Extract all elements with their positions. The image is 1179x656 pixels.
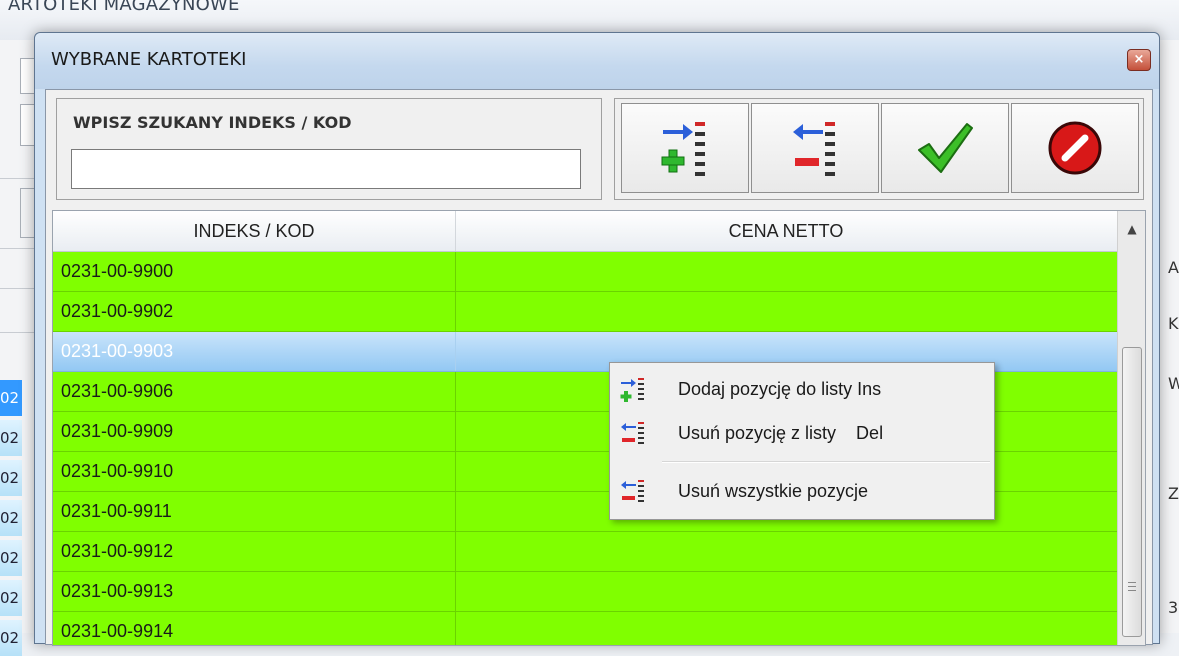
menu-item-add[interactable]: Dodaj pozycję do listy Ins [612, 371, 992, 407]
context-menu: Dodaj pozycję do listy Ins Usuń pozycję … [609, 362, 995, 520]
menu-item-label: Usuń wszystkie pozycje [678, 481, 869, 501]
column-separator [455, 452, 456, 491]
cell-index-code: 0231-00-9909 [61, 421, 174, 441]
table-row[interactable]: 0231-00-9902 [53, 292, 1117, 332]
background-window-title: ARTOTEKI MAGAZYNOWE [8, 0, 240, 15]
table-row[interactable]: 0231-00-9913 [53, 572, 1117, 612]
background-right-label: A [1168, 258, 1179, 277]
column-separator [455, 292, 456, 331]
background-row[interactable]: 02 [0, 620, 22, 656]
vertical-scrollbar[interactable]: ▲ [1117, 211, 1145, 645]
confirm-check-icon [918, 123, 973, 173]
background-right-label: Z [1168, 484, 1179, 503]
scroll-thumb[interactable] [1122, 347, 1142, 637]
grid-header: INDEKS / KOD CENA NETTO [53, 211, 1117, 252]
remove-from-list-icon [793, 122, 835, 176]
search-panel: WPISZ SZUKANY INDEKS / KOD [56, 98, 602, 200]
background-right-label: W [1168, 374, 1179, 393]
column-header-index[interactable]: INDEKS / KOD [53, 211, 456, 251]
remove-from-list-icon [621, 422, 644, 444]
add-to-list-button[interactable] [621, 103, 749, 193]
confirm-button[interactable] [881, 103, 1009, 193]
remove-all-icon [621, 480, 644, 502]
add-to-list-icon [620, 378, 644, 402]
search-label: WPISZ SZUKANY INDEKS / KOD [73, 113, 352, 132]
cell-index-code: 0231-00-9900 [61, 261, 174, 281]
close-button[interactable]: × [1127, 49, 1151, 71]
background-row[interactable]: 02 [0, 580, 22, 616]
background-row[interactable]: 02 [0, 540, 22, 576]
cell-index-code: 0231-00-9913 [61, 581, 174, 601]
background-row[interactable]: 02 [0, 500, 22, 536]
cell-index-code: 0231-00-9911 [61, 501, 172, 521]
dialog-titlebar[interactable]: WYBRANE KARTOTEKI × [35, 33, 1159, 89]
background-right-label: 3 [1168, 598, 1179, 617]
cell-index-code: 0231-00-9906 [61, 381, 174, 401]
menu-item-remove-all[interactable]: Usuń wszystkie pozycje [612, 473, 992, 509]
background-left-panel: 02 02 02 02 02 02 02 [0, 40, 36, 656]
cell-index-code: 0231-00-9912 [61, 541, 174, 561]
dialog-title: WYBRANE KARTOTEKI [51, 49, 247, 70]
cell-index-code: 0231-00-9914 [61, 621, 174, 641]
background-row[interactable]: 02 [0, 460, 22, 496]
selected-records-dialog: WYBRANE KARTOTEKI × WPISZ SZUKANY INDEKS… [34, 32, 1160, 646]
remove-from-list-button[interactable] [751, 103, 879, 193]
table-row[interactable]: 0231-00-9912 [53, 532, 1117, 572]
background-right-label: K [1168, 314, 1179, 333]
cancel-button[interactable] [1011, 103, 1139, 193]
menu-item-remove[interactable]: Usuń pozycję z listy Del [612, 415, 992, 451]
table-row[interactable]: 0231-00-9914 [53, 612, 1117, 645]
add-to-list-icon [661, 122, 705, 176]
column-separator [455, 332, 456, 371]
table-row[interactable]: 0231-00-9900 [53, 252, 1117, 292]
cancel-icon [1048, 121, 1102, 175]
column-separator [455, 412, 456, 451]
menu-item-label: Usuń pozycję z listy Del [678, 423, 884, 443]
toolbar [614, 98, 1144, 200]
column-separator [455, 532, 456, 571]
column-separator [455, 372, 456, 411]
column-separator [455, 252, 456, 291]
column-separator [455, 572, 456, 611]
menu-item-label: Dodaj pozycję do listy Ins [678, 379, 882, 399]
background-right-panel [1158, 40, 1179, 633]
cell-index-code: 0231-00-9903 [61, 341, 174, 361]
scroll-up-icon[interactable]: ▲ [1118, 211, 1145, 247]
cell-index-code: 0231-00-9910 [61, 461, 174, 481]
menu-separator [662, 461, 990, 463]
background-row[interactable]: 02 [0, 420, 22, 456]
column-separator [455, 492, 456, 531]
background-row[interactable]: 02 [0, 380, 22, 416]
column-header-price[interactable]: CENA NETTO [456, 211, 1116, 251]
search-input[interactable] [71, 149, 581, 189]
cell-index-code: 0231-00-9902 [61, 301, 174, 321]
column-separator [455, 612, 456, 645]
